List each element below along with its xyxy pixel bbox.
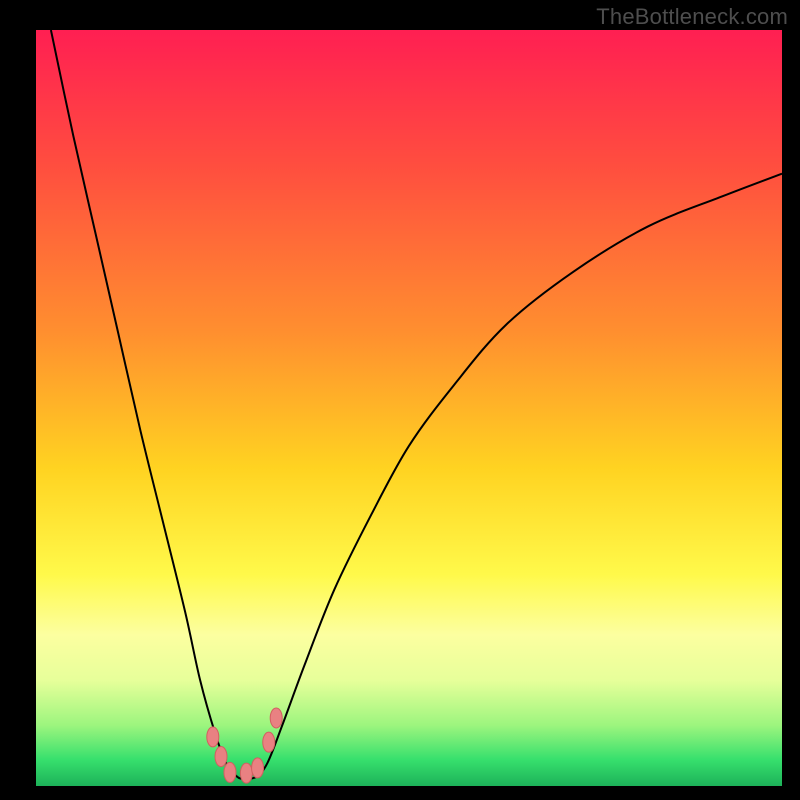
watermark-label: TheBottleneck.com [596, 4, 788, 30]
highlight-marker [207, 727, 219, 747]
plot-background [36, 30, 782, 786]
highlight-marker [270, 708, 282, 728]
highlight-marker [215, 747, 227, 767]
bottleneck-chart [0, 0, 800, 800]
highlight-marker [252, 758, 264, 778]
highlight-marker [263, 732, 275, 752]
chart-stage: TheBottleneck.com [0, 0, 800, 800]
highlight-marker [224, 762, 236, 782]
highlight-marker [240, 763, 252, 783]
